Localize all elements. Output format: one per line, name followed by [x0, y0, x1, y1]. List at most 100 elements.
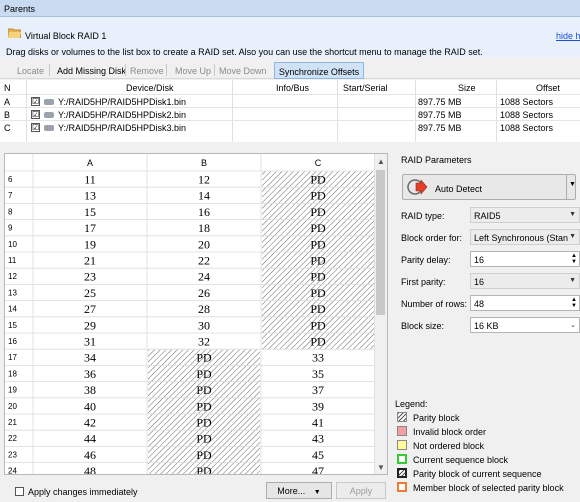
parity-block-label: PD — [310, 221, 326, 235]
disk-row[interactable]: B ☑ Y:/RAID5HP/RAID5HPDisk2.bin 897.75 M… — [0, 107, 580, 120]
locate-button[interactable]: Locate — [17, 62, 44, 79]
auto-detect-button[interactable] — [402, 174, 576, 200]
parity-delay-spinner[interactable]: 16 ▲ ▼ — [470, 251, 580, 267]
data-block-label: 23 — [84, 270, 96, 284]
parity-block-label: PD — [310, 335, 326, 349]
disk-letter: A — [4, 97, 11, 107]
grid-scroll-thumb[interactable] — [376, 170, 385, 315]
toolbar-separator — [125, 64, 126, 76]
disk-icon — [44, 125, 54, 131]
data-block-label: 45 — [312, 448, 324, 462]
parity-block-label: PD — [196, 432, 212, 446]
scroll-down-icon[interactable]: ▼ — [377, 463, 385, 472]
raid-parameters-title: RAID Parameters — [401, 155, 472, 165]
col-header-device[interactable]: Device/Disk — [126, 83, 174, 93]
hide-link[interactable]: hide hi — [556, 31, 580, 41]
disk-checkbox[interactable]: ☑ — [31, 97, 40, 106]
move-up-button[interactable]: Move Up — [175, 62, 211, 79]
number-of-rows-spinner[interactable]: 48 ▲ ▼ — [470, 295, 580, 311]
disk-checkbox[interactable]: ☑ — [31, 110, 40, 119]
data-block-label: 48 — [84, 464, 96, 475]
disk-row[interactable]: A ☑ Y:/RAID5HP/RAID5HPDisk1.bin 897.75 M… — [0, 94, 580, 107]
data-block-label: 31 — [84, 335, 96, 349]
more-button[interactable]: More... ▼ — [266, 482, 332, 499]
col-header-n[interactable]: N — [4, 83, 11, 93]
block-size-value: 16 KB — [474, 321, 499, 331]
col-header-size[interactable]: Size — [458, 83, 476, 93]
parity-block-label: PD — [196, 448, 212, 462]
data-block-label: 27 — [84, 302, 96, 316]
raid-folder-icon — [8, 28, 21, 38]
data-block-label: 21 — [84, 254, 96, 268]
synchronize-offsets-button[interactable]: Synchronize Offsets — [274, 62, 364, 79]
data-block-label: 11 — [84, 173, 96, 187]
disk-offset: 1088 Sectors — [500, 123, 554, 133]
grid-row-number: 12 — [8, 272, 17, 281]
data-block-label: 36 — [84, 367, 96, 381]
grid-row-number: 10 — [8, 240, 17, 249]
legend-label: Invalid block order — [413, 427, 487, 437]
data-block-label: 35 — [312, 367, 324, 381]
disk-size: 897.75 MB — [418, 123, 462, 133]
first-parity-label: First parity: — [401, 277, 446, 287]
grid-row-number: 21 — [8, 418, 17, 427]
spinner-arrows-icon[interactable]: ▲ ▼ — [571, 297, 577, 309]
apply-button[interactable]: Apply — [336, 482, 386, 499]
apply-immediately-checkbox[interactable] — [15, 487, 24, 496]
col-header-offset[interactable]: Offset — [536, 83, 560, 93]
scroll-up-icon[interactable]: ▲ — [377, 157, 385, 166]
block-order-value: Left Synchronous (Stan — [474, 233, 569, 243]
parity-block-label: PD — [310, 302, 326, 316]
legend-label: Parity block of current sequence — [413, 469, 542, 479]
data-block-label: 43 — [312, 432, 324, 446]
add-missing-disk-button[interactable]: Add Missing Disk — [57, 62, 126, 79]
parity-block-label: PD — [310, 189, 326, 203]
parity-block-label: PD — [310, 318, 326, 332]
grid-row-number: 8 — [8, 207, 13, 216]
remove-button[interactable]: Remove — [130, 62, 164, 79]
disk-row[interactable]: C ☑ Y:/RAID5HP/RAID5HPDisk3.bin 897.75 M… — [0, 120, 580, 133]
col-header-info[interactable]: Info/Bus — [276, 83, 309, 93]
auto-detect-label: Auto Detect — [435, 184, 483, 194]
data-block-label: 37 — [312, 383, 324, 397]
raid-type-label: RAID type: — [401, 211, 445, 221]
data-block-label: 20 — [198, 237, 210, 251]
chevron-down-icon: ▼ — [569, 211, 576, 218]
parity-delay-value: 16 — [474, 255, 485, 265]
grid-column-header: C — [315, 158, 322, 168]
block-size-select[interactable]: 16 KB ⌄ — [470, 317, 580, 333]
split-button-divider — [566, 175, 567, 199]
parity-block-label: PD — [310, 237, 326, 251]
parity-delay-label: Parity delay: — [401, 255, 451, 265]
first-parity-select[interactable]: 16 ▼ — [470, 273, 580, 289]
col-header-start[interactable]: Start/Serial — [343, 83, 388, 93]
grid-row-number: 6 — [8, 175, 13, 184]
disk-size: 897.75 MB — [418, 97, 462, 107]
chevron-down-icon[interactable]: ▼ — [569, 181, 576, 188]
parity-block-label: PD — [196, 464, 212, 475]
grid-row-number: 13 — [8, 288, 17, 297]
disk-path: Y:/RAID5HP/RAID5HPDisk3.bin — [58, 123, 187, 133]
toolbar-separator — [214, 64, 215, 76]
data-block-label: 24 — [198, 270, 210, 284]
legend-swatch — [397, 482, 407, 492]
disk-offset: 1088 Sectors — [500, 97, 554, 107]
spinner-arrows-icon[interactable]: ▲ ▼ — [571, 253, 577, 265]
data-block-label: 46 — [84, 448, 96, 462]
disk-checkbox[interactable]: ☑ — [31, 123, 40, 132]
data-block-label: 44 — [84, 432, 96, 446]
parity-block-label: PD — [310, 205, 326, 219]
disk-icon — [44, 112, 54, 118]
data-block-label: 19 — [84, 237, 96, 251]
move-down-button[interactable]: Move Down — [219, 62, 267, 79]
number-of-rows-label: Number of rows: — [401, 299, 468, 309]
data-block-label: 41 — [312, 416, 324, 430]
raid-type-select[interactable]: RAID5 ▼ — [470, 207, 580, 223]
grid-row-number: 17 — [8, 353, 17, 362]
block-grid[interactable]: A B C 6 11 12 PD 7 13 14 PD 8 15 16 PD 9 17 18 PD 10 19 20 PD 1… — [4, 153, 388, 475]
grid-row-number: 11 — [8, 256, 17, 265]
legend-swatch — [397, 468, 407, 478]
parity-block-label: PD — [196, 383, 212, 397]
chevron-down-icon: ▼ — [569, 277, 576, 284]
block-order-select[interactable]: Left Synchronous (Stan ▼ — [470, 229, 580, 245]
